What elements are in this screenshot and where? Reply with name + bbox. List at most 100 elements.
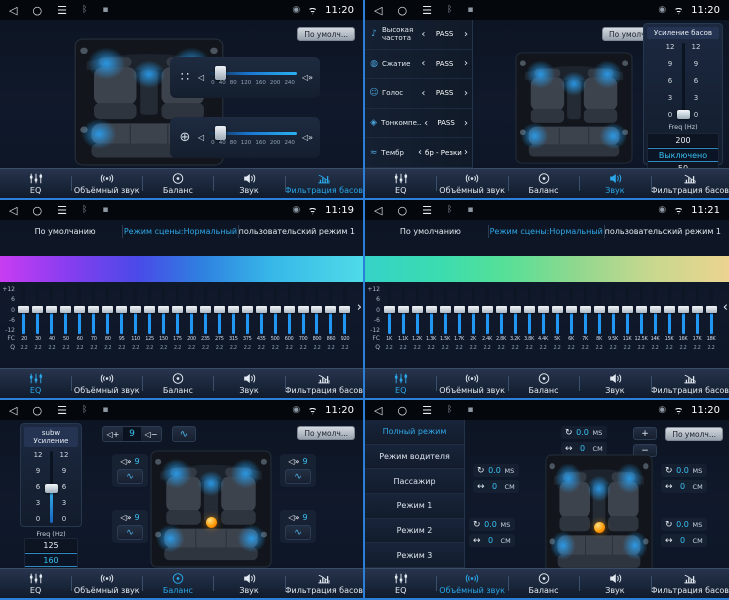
subwoofer-position-dot[interactable] (206, 517, 217, 528)
eq-band[interactable]: 3.2K 2.2 (508, 286, 522, 353)
eq-band[interactable]: 95 2.2 (115, 286, 129, 353)
eq-slider-thumb[interactable] (186, 306, 197, 313)
eq-band[interactable]: 800 2.2 (310, 286, 324, 353)
eq-slider-thumb[interactable] (482, 306, 493, 313)
tab-balance[interactable]: Баланс (508, 569, 579, 598)
scroll-right-arrow[interactable]: › (357, 300, 362, 315)
eq-slider-track[interactable] (570, 286, 573, 334)
eq-band[interactable]: 860 2.2 (324, 286, 338, 353)
eq-slider-thumb[interactable] (311, 306, 322, 313)
eq-band[interactable]: 600 2.2 (282, 286, 296, 353)
tab-eq[interactable]: EQ (0, 369, 71, 398)
eq-slider-track[interactable] (612, 286, 615, 334)
eq-band[interactable]: 2.4K 2.2 (480, 286, 494, 353)
eq-slider-thumb[interactable] (32, 306, 43, 313)
tab-sound[interactable]: Звук (579, 569, 650, 598)
eq-preset[interactable]: Режим сцены:Нормальный (122, 225, 237, 238)
chevron-right-icon[interactable]: › (464, 88, 468, 99)
eq-slider-thumb[interactable] (200, 306, 211, 313)
menu-item[interactable]: ◈ Тонкомпе.. ‹ PASS › (365, 109, 472, 139)
home-icon[interactable]: ○ (397, 5, 407, 16)
chevron-right-icon[interactable]: › (464, 58, 468, 69)
tab-sound[interactable]: Звук (213, 369, 284, 398)
corner-delay-control[interactable]: ↻ 0.0 MS ↔ 0 CM (469, 518, 515, 547)
default-button[interactable]: По умолч... (297, 27, 355, 41)
subwoofer-position-dot[interactable] (594, 522, 605, 533)
eq-band[interactable]: 30 2.2 (31, 286, 45, 353)
eq-slider-thumb[interactable] (339, 306, 350, 313)
tab-bass-filter[interactable]: Фильтрация басов (651, 569, 729, 598)
eq-slider-track[interactable] (584, 286, 587, 334)
eq-band[interactable]: 80 2.2 (101, 286, 115, 353)
eq-slider-track[interactable] (710, 286, 713, 334)
eq-preset[interactable]: По умолчанию (373, 225, 488, 238)
menu-item[interactable]: ♪ Высокая частота ‹ PASS › (365, 20, 472, 50)
eq-slider-track[interactable] (78, 286, 81, 334)
eq-preset[interactable]: Режим сцены:Нормальный (488, 225, 604, 238)
eq-slider-track[interactable] (22, 286, 25, 334)
eq-band[interactable]: 16K 2.2 (676, 286, 690, 353)
eq-slider-thumb[interactable] (228, 306, 239, 313)
chevron-left-icon[interactable]: ‹ (421, 88, 425, 99)
eq-band[interactable]: 1K 2.2 (382, 286, 396, 353)
eq-slider-thumb[interactable] (18, 306, 29, 313)
tab-surround[interactable]: Объёмный звук (436, 569, 507, 598)
eq-slider-track[interactable] (500, 286, 503, 334)
eq-band[interactable]: 315 2.2 (226, 286, 240, 353)
crossover-slider[interactable]: 04080120160200240 (209, 63, 297, 93)
slider-thumb[interactable] (45, 484, 58, 493)
eq-band[interactable]: 2.8K 2.2 (494, 286, 508, 353)
eq-slider-thumb[interactable] (412, 306, 423, 313)
eq-slider-track[interactable] (472, 286, 475, 334)
eq-slider-thumb[interactable] (88, 306, 99, 313)
eq-band[interactable]: 4.4K 2.2 (536, 286, 550, 353)
home-icon[interactable]: ○ (397, 205, 407, 216)
slider-thumb[interactable] (215, 126, 226, 140)
tab-bass-filter[interactable]: Фильтрация басов (285, 369, 363, 398)
eq-band[interactable]: 1.3K 2.2 (424, 286, 438, 353)
recents-icon[interactable]: ☰ (57, 405, 67, 416)
bass-boost-slider[interactable]: 129630 129630 (647, 43, 719, 119)
surround-mode-item[interactable]: Режим 1 (365, 494, 464, 519)
corner-delay-control[interactable]: ↻ 0.0 MS ↔ 0 CM (661, 464, 707, 493)
tab-eq[interactable]: EQ (0, 569, 71, 598)
surround-mode-item[interactable]: Пассажир (365, 469, 464, 494)
eq-slider-track[interactable] (302, 286, 305, 334)
slider-track[interactable] (50, 451, 53, 523)
surround-mode-item[interactable]: Режим водителя (365, 445, 464, 470)
eq-band[interactable]: 200 2.2 (184, 286, 198, 353)
eq-band[interactable]: 700 2.2 (296, 286, 310, 353)
surround-mode-item[interactable]: Полный режим (365, 420, 464, 445)
tab-surround[interactable]: Объёмный звук (71, 169, 142, 198)
eq-slider-thumb[interactable] (214, 306, 225, 313)
eq-slider-thumb[interactable] (608, 306, 619, 313)
eq-slider-thumb[interactable] (678, 306, 689, 313)
eq-band[interactable]: 40 2.2 (45, 286, 59, 353)
eq-slider-thumb[interactable] (158, 306, 169, 313)
eq-band[interactable]: 70 2.2 (87, 286, 101, 353)
eq-slider-track[interactable] (106, 286, 109, 334)
eq-band[interactable]: 1.5K 2.2 (438, 286, 452, 353)
eq-slider-track[interactable] (626, 286, 629, 334)
eq-slider-track[interactable] (640, 286, 643, 334)
speaker-curve-button[interactable]: ∿ (117, 469, 143, 484)
eq-slider-track[interactable] (232, 286, 235, 334)
recents-icon[interactable]: ☰ (422, 405, 432, 416)
eq-band[interactable]: 8K 2.2 (592, 286, 606, 353)
eq-slider-thumb[interactable] (636, 306, 647, 313)
eq-slider-track[interactable] (204, 286, 207, 334)
menu-item[interactable]: ☺ Голос ‹ PASS › (365, 79, 472, 109)
eq-slider-thumb[interactable] (524, 306, 535, 313)
eq-slider-thumb[interactable] (552, 306, 563, 313)
eq-band[interactable]: 12.5K 2.2 (634, 286, 648, 353)
eq-band[interactable]: 14K 2.2 (648, 286, 662, 353)
tab-surround[interactable]: Объёмный звук (436, 369, 507, 398)
eq-slider-thumb[interactable] (510, 306, 521, 313)
eq-slider-thumb[interactable] (74, 306, 85, 313)
tab-balance[interactable]: Баланс (142, 569, 213, 598)
eq-slider-track[interactable] (402, 286, 405, 334)
eq-slider-track[interactable] (64, 286, 67, 334)
eq-slider-track[interactable] (162, 286, 165, 334)
freq-option[interactable]: 125 (25, 539, 77, 553)
curve-mode-button[interactable]: ∿ (172, 426, 196, 442)
